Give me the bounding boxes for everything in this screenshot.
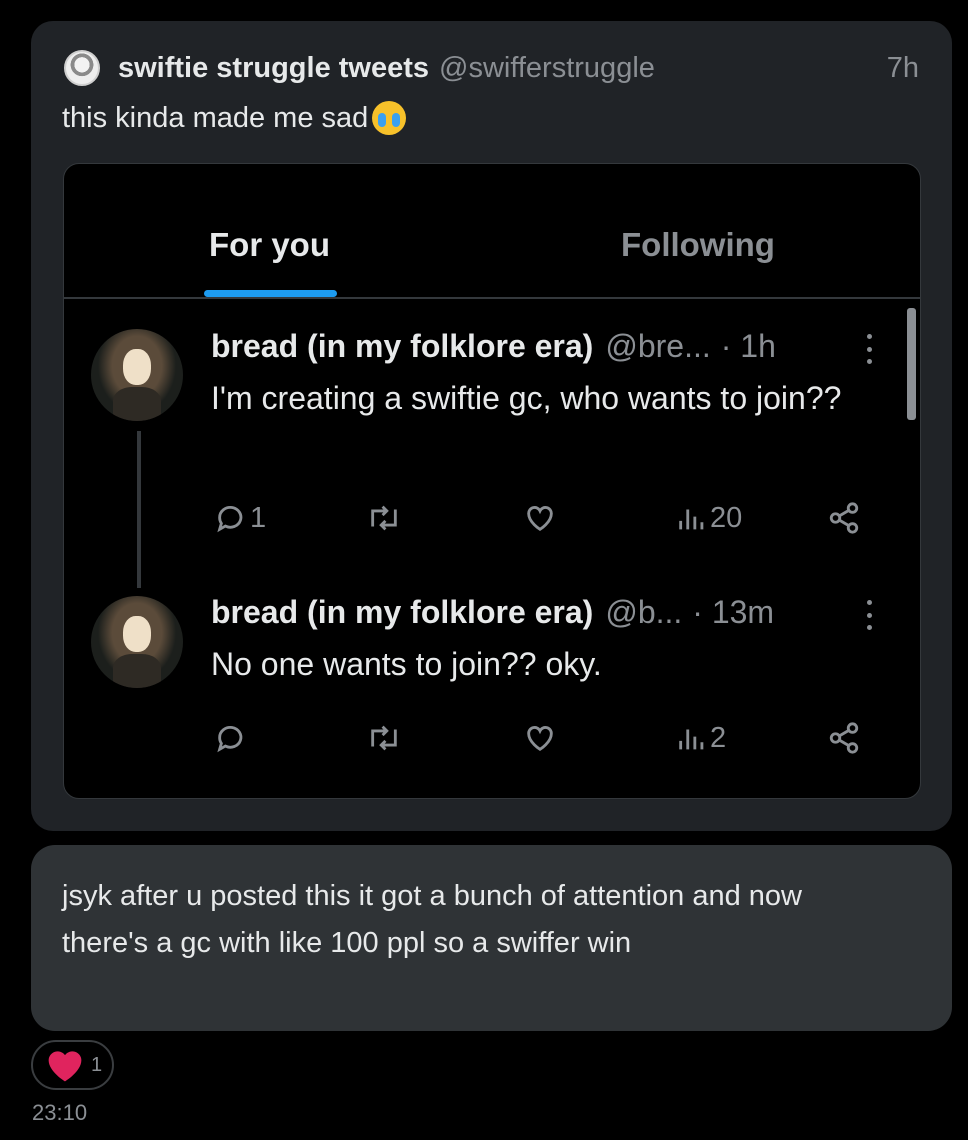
- author-handle: @swifferstruggle: [439, 51, 655, 84]
- post-header: bread (in my folklore era) @b... · 13m: [211, 594, 774, 631]
- views-count: 20: [710, 501, 743, 534]
- views-icon: [679, 509, 704, 530]
- loudly-crying-face-icon: [372, 101, 407, 135]
- tab-following[interactable]: Following: [621, 226, 775, 264]
- quoted-tweet-card[interactable]: swiftie struggle tweets @swifferstruggle…: [31, 21, 952, 831]
- active-tab-indicator: [204, 290, 337, 297]
- views-button[interactable]: 2: [676, 721, 726, 755]
- reaction-count: 1: [91, 1053, 103, 1076]
- share-button[interactable]: [826, 721, 862, 755]
- post-time: · 13m: [692, 594, 775, 630]
- message-text: jsyk after u posted this it got a bunch …: [62, 880, 802, 959]
- post-author-name[interactable]: bread (in my folklore era): [211, 594, 593, 631]
- repost-button[interactable]: [364, 501, 404, 535]
- post-header: bread (in my folklore era) @bre... · 1h: [211, 328, 776, 365]
- message-bubble[interactable]: jsyk after u posted this it got a bunch …: [31, 845, 952, 1031]
- repost-button[interactable]: [364, 721, 404, 755]
- timeline-tabs: For you Following: [64, 164, 920, 299]
- message-timestamp: 23:10: [32, 1100, 88, 1125]
- reply-button[interactable]: 1: [214, 501, 266, 535]
- post-author-handle: @bre...: [605, 328, 711, 364]
- scrollbar[interactable]: [907, 308, 916, 420]
- author-name[interactable]: swiftie struggle tweets: [118, 52, 429, 85]
- reply-icon: [217, 506, 243, 533]
- views-button[interactable]: 20: [676, 501, 742, 535]
- repost-icon: [371, 505, 397, 531]
- embedded-screenshot: For you Following bread (in my folklore …: [63, 163, 921, 799]
- like-button[interactable]: [522, 501, 558, 535]
- post-text: No one wants to join?? oky.: [211, 646, 602, 682]
- post-avatar[interactable]: [91, 596, 183, 688]
- heart-outline-icon: [527, 506, 553, 532]
- like-button[interactable]: [522, 721, 558, 755]
- reply-icon: [217, 726, 243, 753]
- post-avatar[interactable]: [91, 329, 183, 421]
- post-time: · 1h: [720, 328, 776, 364]
- views-count: 2: [710, 721, 727, 754]
- heart-icon: [48, 1051, 82, 1082]
- tab-for-you[interactable]: For you: [209, 226, 330, 264]
- views-icon: [679, 729, 704, 750]
- post-author-handle: @b...: [605, 594, 683, 630]
- tweet-text: this kinda made me sad: [62, 101, 407, 135]
- tweet-author-row: swiftie struggle tweets @swifferstruggle…: [64, 50, 919, 86]
- thread-line: [137, 431, 141, 588]
- more-options-icon[interactable]: [866, 600, 872, 630]
- share-icon: [829, 722, 859, 754]
- repost-icon: [371, 725, 397, 751]
- heart-outline-icon: [527, 726, 553, 752]
- more-options-icon[interactable]: [866, 334, 872, 364]
- author-avatar[interactable]: [64, 50, 100, 86]
- tweet-text-content: this kinda made me sad: [62, 101, 369, 134]
- reply-count: 1: [250, 501, 267, 534]
- reply-button[interactable]: [214, 721, 248, 755]
- reaction-pill[interactable]: 1: [31, 1040, 114, 1090]
- share-icon: [829, 502, 859, 534]
- share-button[interactable]: [826, 501, 862, 535]
- tweet-time: 7h: [886, 51, 919, 84]
- post-author-name[interactable]: bread (in my folklore era): [211, 328, 593, 365]
- post-text: I'm creating a swiftie gc, who wants to …: [211, 380, 842, 416]
